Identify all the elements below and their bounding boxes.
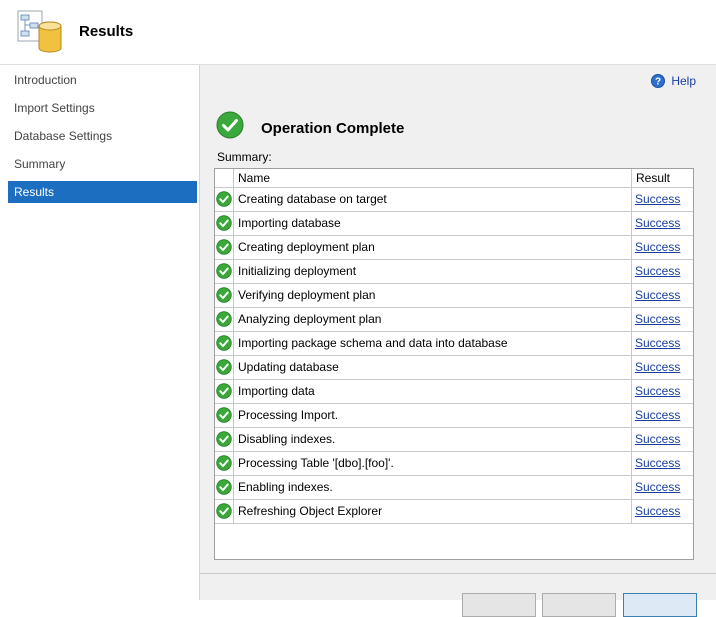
next-button[interactable] [542,593,616,617]
page-title: Results [79,23,134,40]
table-row: Creating database on target Success [215,188,693,212]
step-name: Enabling indexes. [233,476,631,499]
table-row: Processing Table '[dbo].[foo]'. Success [215,452,693,476]
help-link[interactable]: ? Help [651,73,696,89]
table-row: Enabling indexes. Success [215,476,693,500]
success-check-icon [216,335,232,351]
step-name: Processing Import. [233,404,631,427]
step-result-link[interactable]: Success [631,332,693,355]
previous-button[interactable] [462,593,536,617]
step-name: Initializing deployment [233,260,631,283]
success-check-icon [216,503,232,519]
close-button[interactable] [623,593,697,617]
success-check-icon [216,359,232,375]
step-result-link[interactable]: Success [631,356,693,379]
table-row: Updating database Success [215,356,693,380]
step-name: Verifying deployment plan [233,284,631,307]
table-row: Importing database Success [215,212,693,236]
success-check-icon [216,407,232,423]
step-name: Creating deployment plan [233,236,631,259]
success-check-icon [216,263,232,279]
step-result-link[interactable]: Success [631,500,693,523]
success-check-icon [216,287,232,303]
success-check-icon [216,239,232,255]
table-row: Processing Import. Success [215,404,693,428]
table-row: Disabling indexes. Success [215,428,693,452]
wizard-nav: Introduction Import Settings Database Se… [0,65,199,600]
svg-text:?: ? [655,77,661,88]
step-result-link[interactable]: Success [631,236,693,259]
table-row: Creating deployment plan Success [215,236,693,260]
step-result-link[interactable]: Success [631,476,693,499]
table-row: Importing data Success [215,380,693,404]
step-name: Updating database [233,356,631,379]
success-check-icon [216,431,232,447]
step-name: Importing data [233,380,631,403]
summary-label: Summary: [217,150,272,164]
column-header-status [215,169,233,187]
table-row: Importing package schema and data into d… [215,332,693,356]
success-check-icon [216,455,232,471]
success-check-icon [216,311,232,327]
column-header-result[interactable]: Result [631,169,693,187]
step-name: Analyzing deployment plan [233,308,631,331]
step-name: Disabling indexes. [233,428,631,451]
success-check-icon [216,215,232,231]
step-result-link[interactable]: Success [631,284,693,307]
database-import-icon [17,10,62,53]
step-name: Importing database [233,212,631,235]
sidebar-item-introduction[interactable]: Introduction [8,69,197,91]
table-row: Initializing deployment Success [215,260,693,284]
step-result-link[interactable]: Success [631,260,693,283]
help-icon: ? [651,74,666,88]
table-row: Verifying deployment plan Success [215,284,693,308]
success-check-icon [216,479,232,495]
table-row: Analyzing deployment plan Success [215,308,693,332]
step-result-link[interactable]: Success [631,308,693,331]
step-result-link[interactable]: Success [631,428,693,451]
success-check-icon [216,191,232,207]
step-result-link[interactable]: Success [631,404,693,427]
step-name: Refreshing Object Explorer [233,500,631,523]
sidebar-item-summary[interactable]: Summary [8,153,197,175]
step-name: Creating database on target [233,188,631,211]
step-result-link[interactable]: Success [631,452,693,475]
success-check-icon [216,383,232,399]
operation-status-title: Operation Complete [261,120,405,137]
column-header-name[interactable]: Name [233,169,631,187]
sidebar-item-results[interactable]: Results [8,181,197,203]
help-label[interactable]: Help [671,74,696,88]
success-check-icon [216,111,244,139]
sidebar-item-database-settings[interactable]: Database Settings [8,125,197,147]
sidebar-item-import-settings[interactable]: Import Settings [8,97,197,119]
results-table: Name Result Creating database on target S… [214,168,694,560]
step-name: Importing package schema and data into d… [233,332,631,355]
results-pane: ? Help Operation Complete Summary: Name … [199,65,716,617]
step-result-link[interactable]: Success [631,212,693,235]
step-result-link[interactable]: Success [631,380,693,403]
wizard-header: Results [0,0,716,65]
step-result-link[interactable]: Success [631,188,693,211]
footer-divider [200,573,716,574]
table-row: Refreshing Object Explorer Success [215,500,693,524]
table-header: Name Result [215,169,693,188]
step-name: Processing Table '[dbo].[foo]'. [233,452,631,475]
